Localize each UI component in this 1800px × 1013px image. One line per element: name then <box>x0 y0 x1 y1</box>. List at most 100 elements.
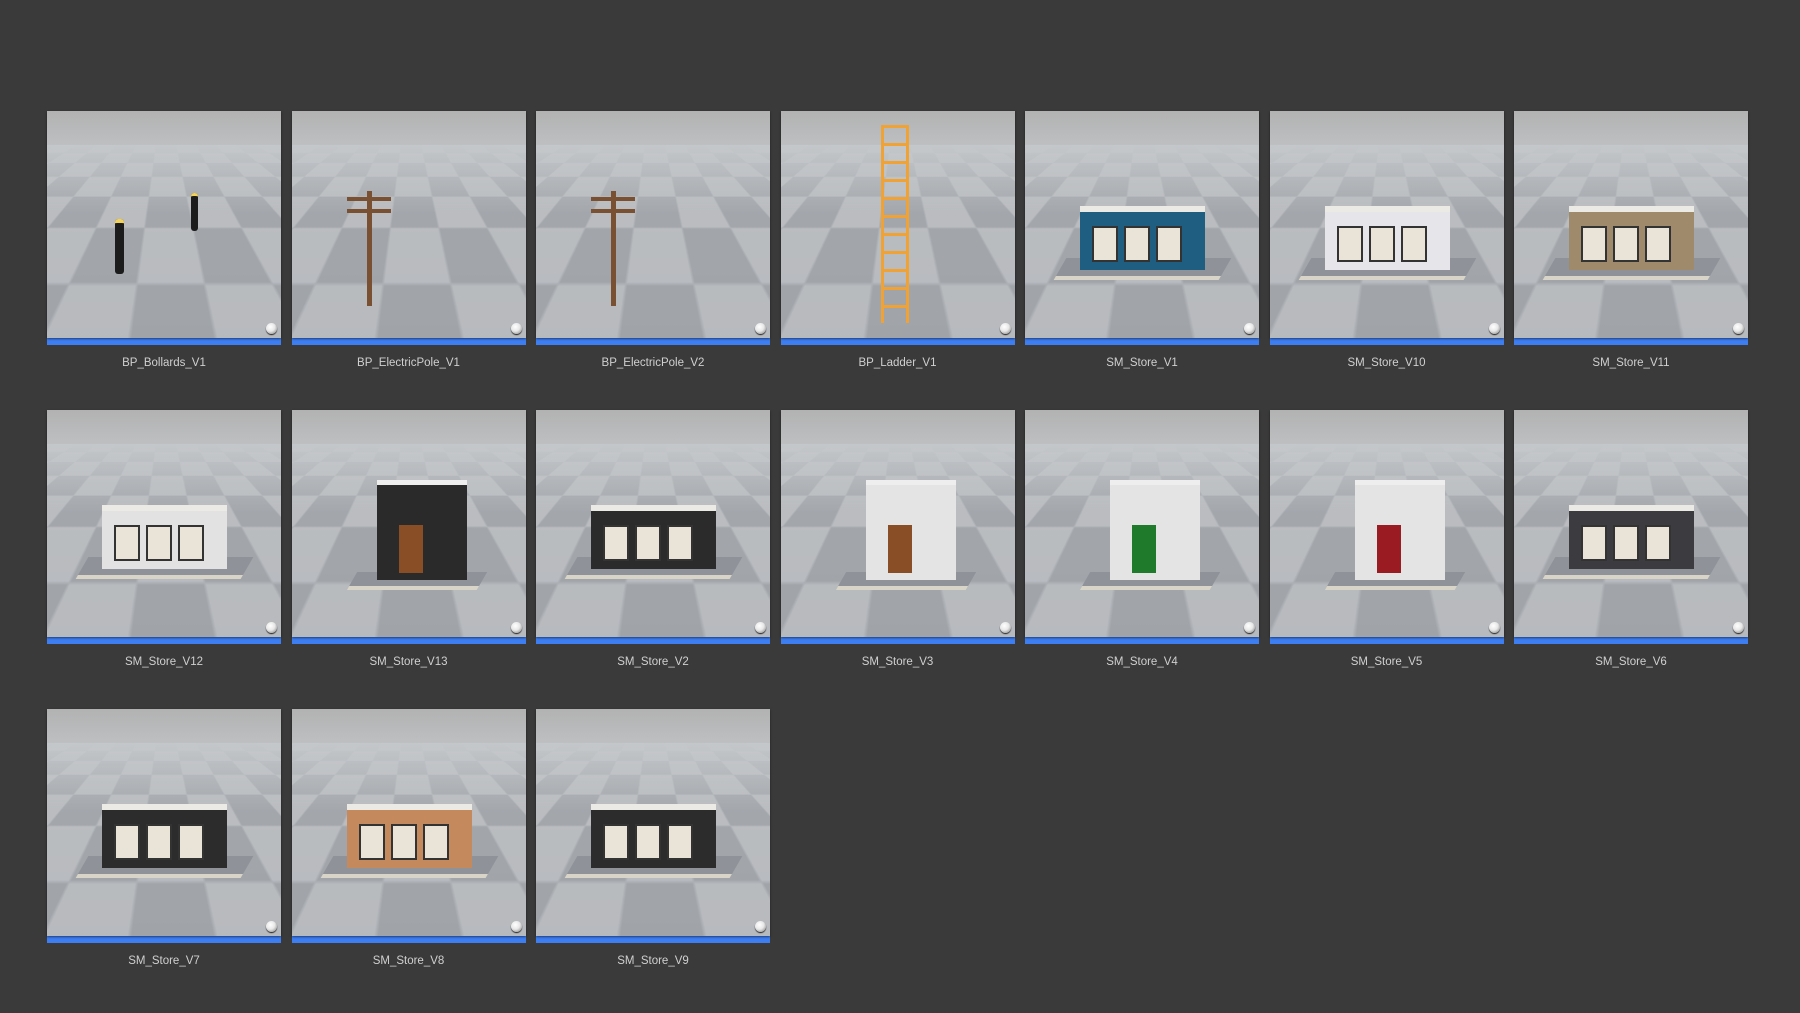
asset-type-bar <box>536 637 770 644</box>
asset-thumbnail[interactable] <box>47 709 281 936</box>
asset-thumbnail[interactable] <box>47 111 281 338</box>
ladder-shape <box>880 125 909 323</box>
thumbnail-fog <box>536 743 770 813</box>
asset-thumbnail[interactable] <box>47 410 281 637</box>
material-sphere-icon <box>755 622 766 633</box>
asset-tile[interactable]: SM_Store_V3 <box>780 410 1015 668</box>
material-sphere-icon <box>1733 323 1744 334</box>
thumbnail-fog <box>1025 145 1259 215</box>
asset-thumbnail[interactable] <box>291 410 526 637</box>
asset-tile[interactable]: BP_ElectricPole_V1 <box>291 111 526 369</box>
thumbnail-sky <box>47 709 281 743</box>
thumbnail-fog <box>1514 444 1748 514</box>
asset-tile[interactable]: BP_Ladder_V1 <box>780 111 1015 369</box>
asset-name-label: SM_Store_V5 <box>1350 656 1423 668</box>
asset-name-label: SM_Store_V11 <box>1592 357 1670 369</box>
asset-tile[interactable]: SM_Store_V6 <box>1514 410 1748 668</box>
asset-tile[interactable]: SM_Store_V13 <box>291 410 526 668</box>
thumbnail-fog <box>291 145 526 215</box>
asset-tile[interactable]: SM_Store_V11 <box>1514 111 1748 369</box>
asset-thumbnail[interactable] <box>1514 410 1748 637</box>
thumbnail-fog <box>1269 145 1504 215</box>
store-shape <box>1324 480 1465 590</box>
thumbnail-sky <box>1025 111 1259 145</box>
asset-thumbnail[interactable] <box>780 410 1015 637</box>
asset-name-label: SM_Store_V1 <box>1106 357 1178 369</box>
asset-name-label: SM_Store_V3 <box>861 656 934 668</box>
thumbnail-sky <box>1025 410 1259 444</box>
material-sphere-icon <box>999 323 1011 334</box>
thumbnail-sky <box>780 410 1015 444</box>
asset-grid: BP_Bollards_V1 BP_ElectricPole_V1 BP_Elect… <box>47 111 1748 967</box>
asset-type-bar <box>1025 637 1259 644</box>
asset-thumbnail[interactable] <box>536 709 770 936</box>
asset-tile[interactable]: BP_Bollards_V1 <box>47 111 281 369</box>
asset-tile[interactable]: SM_Store_V5 <box>1269 410 1504 668</box>
material-sphere-icon <box>1488 323 1500 334</box>
material-sphere-icon <box>266 921 277 932</box>
asset-tile[interactable]: SM_Store_V4 <box>1025 410 1259 668</box>
asset-thumbnail[interactable] <box>1269 410 1504 637</box>
store-shape <box>346 480 487 590</box>
asset-name-label: BP_Bollards_V1 <box>122 357 206 369</box>
asset-name-label: SM_Store_V7 <box>128 955 200 967</box>
store-shape <box>1053 206 1232 280</box>
asset-type-bar <box>291 637 526 644</box>
asset-thumbnail[interactable] <box>536 410 770 637</box>
store-shape <box>75 804 254 878</box>
thumbnail-sky <box>291 410 526 444</box>
asset-thumbnail[interactable] <box>291 709 526 936</box>
asset-thumbnail[interactable] <box>536 111 770 338</box>
pole-crossarm <box>346 197 391 201</box>
thumbnail-sky <box>291 709 526 743</box>
material-sphere-icon <box>1488 622 1500 633</box>
store-shape <box>1298 206 1476 280</box>
asset-thumbnail[interactable] <box>1025 111 1259 338</box>
bollard-shape <box>191 193 198 231</box>
thumbnail-sky <box>536 111 770 145</box>
store-shape <box>564 505 743 579</box>
thumbnail-sky <box>536 709 770 743</box>
store-shape <box>1542 505 1721 579</box>
asset-thumbnail[interactable] <box>1269 111 1504 338</box>
asset-name-label: SM_Store_V13 <box>369 656 448 668</box>
asset-tile[interactable]: SM_Store_V1 <box>1025 111 1259 369</box>
thumbnail-sky <box>1514 410 1748 444</box>
asset-name-label: SM_Store_V9 <box>617 955 689 967</box>
asset-tile[interactable]: SM_Store_V7 <box>47 709 281 967</box>
asset-tile[interactable]: SM_Store_V9 <box>536 709 770 967</box>
store-shape <box>1542 206 1721 280</box>
asset-thumbnail[interactable] <box>780 111 1015 338</box>
pole-crossarm <box>346 209 391 213</box>
store-shape <box>320 804 498 878</box>
asset-name-label: SM_Store_V2 <box>617 656 689 668</box>
asset-type-bar <box>47 637 281 644</box>
asset-type-bar <box>1025 338 1259 345</box>
asset-thumbnail[interactable] <box>291 111 526 338</box>
asset-name-label: BP_ElectricPole_V1 <box>357 357 460 369</box>
asset-tile[interactable]: BP_ElectricPole_V2 <box>536 111 770 369</box>
asset-type-bar <box>536 338 770 345</box>
asset-name-label: SM_Store_V8 <box>372 955 445 967</box>
thumbnail-sky <box>1269 111 1504 145</box>
store-shape <box>1079 480 1221 590</box>
asset-type-bar <box>1269 637 1504 644</box>
asset-thumbnail[interactable] <box>1025 410 1259 637</box>
asset-type-bar <box>47 936 281 943</box>
asset-thumbnail[interactable] <box>1514 111 1748 338</box>
asset-tile[interactable]: SM_Store_V2 <box>536 410 770 668</box>
asset-type-bar <box>780 338 1015 345</box>
asset-name-label: SM_Store_V6 <box>1595 656 1667 668</box>
thumbnail-sky <box>291 111 526 145</box>
material-sphere-icon <box>510 921 522 932</box>
asset-tile[interactable]: SM_Store_V12 <box>47 410 281 668</box>
thumbnail-sky <box>47 111 281 145</box>
material-sphere-icon <box>266 622 277 633</box>
asset-type-bar <box>291 936 526 943</box>
material-sphere-icon <box>510 622 522 633</box>
store-shape <box>564 804 743 878</box>
asset-tile[interactable]: SM_Store_V8 <box>291 709 526 967</box>
asset-tile[interactable]: SM_Store_V10 <box>1269 111 1504 369</box>
bollard-shape <box>115 219 124 274</box>
asset-type-bar <box>780 637 1015 644</box>
